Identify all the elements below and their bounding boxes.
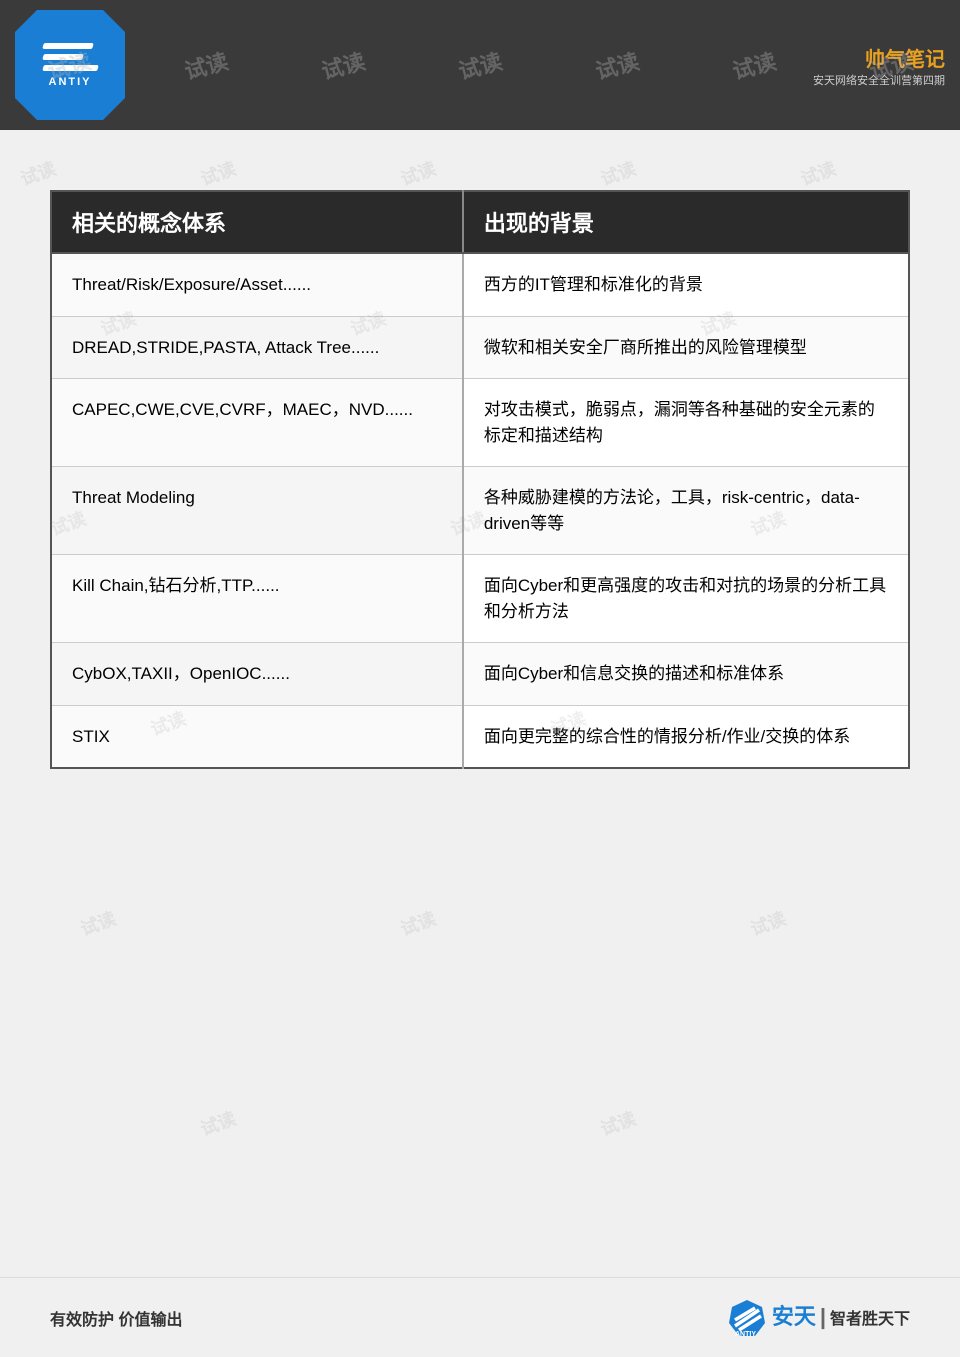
logo-stripe-1 — [42, 43, 94, 49]
col2-header: 出现的背景 — [463, 191, 909, 253]
table-cell-right: 微软和相关安全厂商所推出的风险管理模型 — [463, 316, 909, 379]
footer: 有效防护 价值输出 ANTIY 安天|智者胜天下 — [0, 1277, 960, 1357]
table-row: CybOX,TAXII，OpenIOC......面向Cyber和信息交换的描述… — [51, 643, 909, 706]
logo-text: ANTIY — [49, 76, 92, 88]
main-content: 相关的概念体系 出现的背景 Threat/Risk/Exposure/Asset… — [0, 130, 960, 809]
table-row: STIX面向更完整的综合性的情报分析/作业/交换的体系 — [51, 705, 909, 768]
wm-6: 试读 — [729, 44, 780, 86]
footer-brand-main: 安天|智者胜天下 — [772, 1304, 910, 1330]
table-row: CAPEC,CWE,CVE,CVRF，MAEC，NVD......对攻击模式，脆… — [51, 379, 909, 467]
bwm-14: 试读 — [77, 905, 120, 942]
antiy-footer-logo: ANTIY — [727, 1298, 767, 1338]
table-cell-left: CybOX,TAXII，OpenIOC...... — [51, 643, 463, 706]
bwm-17: 试读 — [197, 1105, 240, 1142]
footer-left-text: 有效防护 价值输出 — [50, 1306, 182, 1330]
footer-brand-text: 安天|智者胜天下 — [772, 1304, 910, 1330]
table-cell-left: CAPEC,CWE,CVE,CVRF，MAEC，NVD...... — [51, 379, 463, 467]
brand-name: 帅气笔记 — [865, 43, 945, 72]
wm-3: 试读 — [317, 44, 368, 86]
table-row: Threat/Risk/Exposure/Asset......西方的IT管理和… — [51, 253, 909, 316]
bwm-15: 试读 — [397, 905, 440, 942]
header: ANTIY 试读 试读 试读 试读 试读 试读 试读 帅气笔记 安天网络安全全训… — [0, 0, 960, 130]
table-cell-left: Threat Modeling — [51, 467, 463, 555]
table-cell-left: DREAD,STRIDE,PASTA, Attack Tree...... — [51, 316, 463, 379]
wm-4: 试读 — [455, 44, 506, 86]
table-cell-left: Kill Chain,钻石分析,TTP...... — [51, 555, 463, 643]
table-cell-right: 面向Cyber和信息交换的描述和标准体系 — [463, 643, 909, 706]
table-cell-left: STIX — [51, 705, 463, 768]
col1-header: 相关的概念体系 — [51, 191, 463, 253]
table-cell-right: 面向更完整的综合性的情报分析/作业/交换的体系 — [463, 705, 909, 768]
footer-right-branding: ANTIY 安天|智者胜天下 — [727, 1298, 910, 1338]
brand-sub: 安天网络安全全训营第四期 — [813, 72, 945, 88]
table-cell-right: 各种威胁建模的方法论，工具，risk-centric，data-driven等等 — [463, 467, 909, 555]
table-row: DREAD,STRIDE,PASTA, Attack Tree......微软和… — [51, 316, 909, 379]
table-cell-right: 面向Cyber和更高强度的攻击和对抗的场景的分析工具和分析方法 — [463, 555, 909, 643]
wm-5: 试读 — [592, 44, 643, 86]
header-right-branding: 帅气笔记 安天网络安全全训营第四期 — [813, 43, 945, 88]
company-logo: ANTIY — [15, 10, 125, 120]
table-cell-left: Threat/Risk/Exposure/Asset...... — [51, 253, 463, 316]
table-cell-right: 西方的IT管理和标准化的背景 — [463, 253, 909, 316]
bwm-18: 试读 — [597, 1105, 640, 1142]
wm-2: 试读 — [180, 44, 231, 86]
concept-table: 相关的概念体系 出现的背景 Threat/Risk/Exposure/Asset… — [50, 190, 910, 769]
logo-stripe-2 — [42, 54, 84, 60]
svg-text:ANTIY: ANTIY — [735, 1331, 756, 1338]
footer-logo-icon: ANTIY — [727, 1298, 767, 1338]
table-cell-right: 对攻击模式，脆弱点，漏洞等各种基础的安全元素的标定和描述结构 — [463, 379, 909, 467]
table-row: Threat Modeling各种威胁建模的方法论，工具，risk-centri… — [51, 467, 909, 555]
table-header-row: 相关的概念体系 出现的背景 — [51, 191, 909, 253]
table-row: Kill Chain,钻石分析,TTP......面向Cyber和更高强度的攻击… — [51, 555, 909, 643]
logo-stripes — [43, 43, 98, 71]
bwm-16: 试读 — [747, 905, 790, 942]
logo-stripe-3 — [42, 65, 99, 71]
